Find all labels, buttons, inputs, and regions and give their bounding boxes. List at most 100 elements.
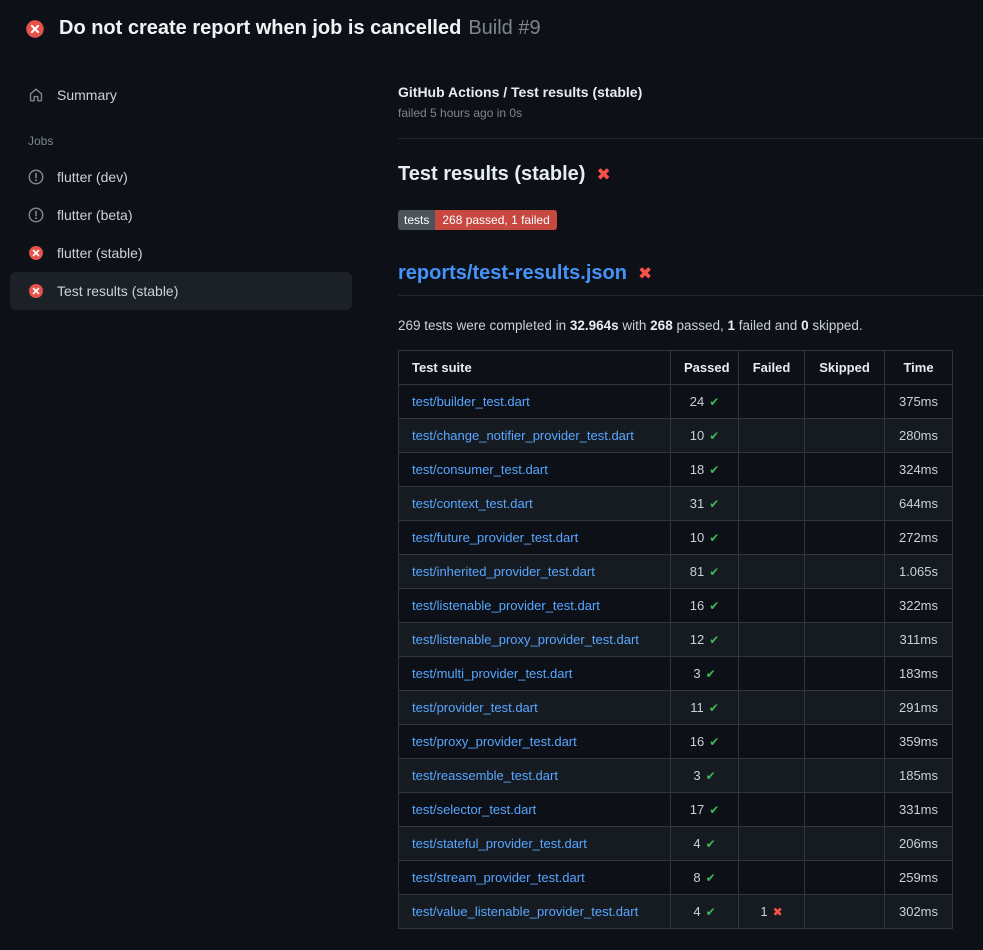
failed-cell: ✖ — [739, 385, 805, 419]
check-icon: ✔ — [706, 667, 716, 681]
suite-link[interactable]: test/reassemble_test.dart — [412, 768, 558, 783]
failed-cell: ✖ — [739, 623, 805, 657]
check-icon: ✔ — [709, 701, 719, 715]
table-row: test/multi_provider_test.dart 3✔ ✖ 183ms — [399, 657, 953, 691]
suite-link[interactable]: test/provider_test.dart — [412, 700, 538, 715]
sidebar-item-test-results-stable[interactable]: Test results (stable) — [10, 272, 352, 310]
failed-x-icon: ✖ — [596, 166, 610, 183]
time-cell: 1.065s — [885, 555, 953, 589]
passed-cell: 18✔ — [671, 453, 739, 487]
sidebar-item-label: flutter (dev) — [57, 169, 128, 185]
suite-link[interactable]: test/selector_test.dart — [412, 802, 536, 817]
report-link[interactable]: reports/test-results.json — [398, 262, 627, 285]
suite-link[interactable]: test/inherited_provider_test.dart — [412, 564, 595, 579]
col-header-failed: Failed — [739, 351, 805, 385]
passed-cell: 4✔ — [671, 827, 739, 861]
time-cell: 291ms — [885, 691, 953, 725]
passed-cell: 31✔ — [671, 487, 739, 521]
failed-cell: ✖ — [739, 419, 805, 453]
table-row: test/listenable_provider_test.dart 16✔ ✖… — [399, 589, 953, 623]
sidebar-item-flutter-dev[interactable]: flutter (dev) — [10, 158, 352, 196]
passed-cell: 10✔ — [671, 419, 739, 453]
table-row: test/stateful_provider_test.dart 4✔ ✖ 20… — [399, 827, 953, 861]
section-title-text: Test results (stable) — [398, 163, 585, 186]
failed-cell: ✖ — [739, 657, 805, 691]
time-cell: 322ms — [885, 589, 953, 623]
sidebar-item-label: flutter (stable) — [57, 245, 143, 261]
failed-cell: ✖ — [739, 759, 805, 793]
suite-link[interactable]: test/builder_test.dart — [412, 394, 530, 409]
skipped-cell — [805, 691, 885, 725]
table-row: test/context_test.dart 31✔ ✖ 644ms — [399, 487, 953, 521]
skipped-cell — [805, 861, 885, 895]
suite-cell: test/inherited_provider_test.dart — [399, 555, 671, 589]
table-row: test/change_notifier_provider_test.dart … — [399, 419, 953, 453]
time-cell: 183ms — [885, 657, 953, 691]
suite-link[interactable]: test/context_test.dart — [412, 496, 533, 511]
suite-link[interactable]: test/consumer_test.dart — [412, 462, 548, 477]
check-icon: ✔ — [709, 395, 719, 409]
skipped-cell — [805, 419, 885, 453]
table-row: test/future_provider_test.dart 10✔ ✖ 272… — [399, 521, 953, 555]
time-cell: 359ms — [885, 725, 953, 759]
time-cell: 375ms — [885, 385, 953, 419]
table-row: test/consumer_test.dart 18✔ ✖ 324ms — [399, 453, 953, 487]
suite-link[interactable]: test/listenable_proxy_provider_test.dart — [412, 632, 639, 647]
skipped-cell — [805, 385, 885, 419]
passed-cell: 11✔ — [671, 691, 739, 725]
passed-cell: 3✔ — [671, 657, 739, 691]
suite-link[interactable]: test/proxy_provider_test.dart — [412, 734, 577, 749]
table-row: test/selector_test.dart 17✔ ✖ 331ms — [399, 793, 953, 827]
suite-link[interactable]: test/value_listenable_provider_test.dart — [412, 904, 638, 919]
failed-cell: ✖ — [739, 589, 805, 623]
sidebar-item-summary[interactable]: Summary — [10, 76, 352, 114]
check-icon: ✔ — [706, 905, 716, 919]
check-icon: ✔ — [709, 429, 719, 443]
table-row: test/value_listenable_provider_test.dart… — [399, 895, 953, 929]
suite-cell: test/stream_provider_test.dart — [399, 861, 671, 895]
check-icon: ✔ — [709, 531, 719, 545]
check-icon: ✔ — [709, 463, 719, 477]
jobs-section-label: Jobs — [10, 114, 388, 158]
run-status-line: failed 5 hours ago in 0s — [398, 106, 983, 120]
failed-status-icon — [28, 283, 44, 299]
sidebar-item-flutter-beta[interactable]: flutter (beta) — [10, 196, 352, 234]
passed-cell: 81✔ — [671, 555, 739, 589]
check-icon: ✔ — [709, 735, 719, 749]
summary-line: 269 tests were completed in 32.964s with… — [398, 318, 983, 333]
suite-cell: test/builder_test.dart — [399, 385, 671, 419]
skipped-cell — [805, 521, 885, 555]
check-icon: ✔ — [709, 599, 719, 613]
suite-link[interactable]: test/listenable_provider_test.dart — [412, 598, 600, 613]
sidebar-item-flutter-stable[interactable]: flutter (stable) — [10, 234, 352, 272]
neutral-status-icon — [28, 207, 44, 223]
section-title: Test results (stable) ✖ — [398, 163, 983, 186]
suite-cell: test/future_provider_test.dart — [399, 521, 671, 555]
skipped-cell — [805, 657, 885, 691]
suite-link[interactable]: test/stream_provider_test.dart — [412, 870, 585, 885]
suite-link[interactable]: test/multi_provider_test.dart — [412, 666, 572, 681]
failed-cell: ✖ — [739, 487, 805, 521]
col-header-skipped: Skipped — [805, 351, 885, 385]
passed-cell: 4✔ — [671, 895, 739, 929]
suite-cell: test/stateful_provider_test.dart — [399, 827, 671, 861]
table-row: test/proxy_provider_test.dart 16✔ ✖ 359m… — [399, 725, 953, 759]
suite-cell: test/provider_test.dart — [399, 691, 671, 725]
check-icon: ✔ — [709, 497, 719, 511]
suite-link[interactable]: test/change_notifier_provider_test.dart — [412, 428, 634, 443]
divider — [398, 138, 983, 139]
suite-cell: test/consumer_test.dart — [399, 453, 671, 487]
check-icon: ✔ — [706, 769, 716, 783]
passed-cell: 17✔ — [671, 793, 739, 827]
passed-cell: 10✔ — [671, 521, 739, 555]
failed-cell: ✖ — [739, 521, 805, 555]
time-cell: 644ms — [885, 487, 953, 521]
suite-link[interactable]: test/future_provider_test.dart — [412, 530, 578, 545]
table-header-row: Test suite Passed Failed Skipped Time — [399, 351, 953, 385]
suite-cell: test/change_notifier_provider_test.dart — [399, 419, 671, 453]
suite-cell: test/listenable_proxy_provider_test.dart — [399, 623, 671, 657]
time-cell: 280ms — [885, 419, 953, 453]
failed-cell: ✖ — [739, 861, 805, 895]
badge-row: tests 268 passed, 1 failed — [398, 210, 983, 230]
suite-link[interactable]: test/stateful_provider_test.dart — [412, 836, 587, 851]
